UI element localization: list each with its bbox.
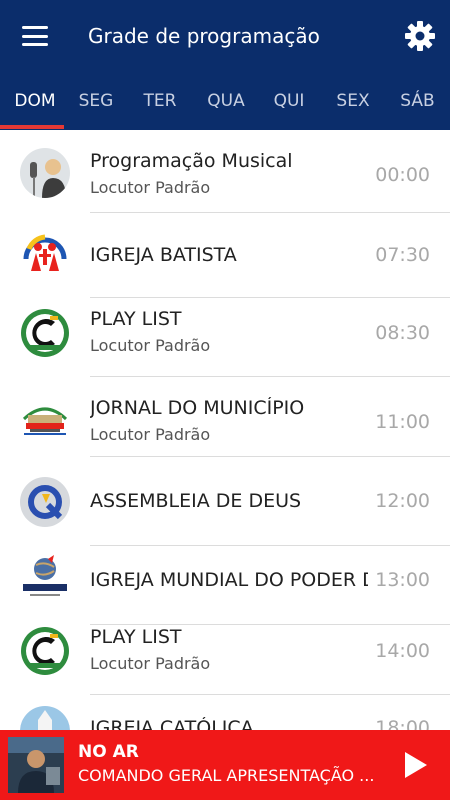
schedule-list: Programação Musical Locutor Padrão 00:00…: [0, 130, 450, 730]
program-name: IGREJA CATÓLICA: [90, 717, 254, 730]
program-time: 00:00: [375, 164, 430, 186]
schedule-row[interactable]: PLAY LIST Locutor Padrão 14:00: [0, 615, 450, 695]
program-name: PLAY LIST: [90, 626, 182, 648]
program-name: IGREJA MUNDIAL DO PODER DE DEUS: [90, 569, 368, 591]
tab-qui[interactable]: QUI: [257, 80, 321, 130]
program-host: Locutor Padrão: [90, 654, 211, 673]
tab-seg[interactable]: SEG: [64, 80, 128, 130]
program-name: JORNAL DO MUNICÍPIO: [90, 397, 305, 419]
program-name: Programação Musical: [90, 150, 293, 172]
program-time: 18:00: [375, 717, 430, 730]
schedule-row[interactable]: IGREJA CATÓLICA 18:00: [0, 695, 450, 730]
program-name: PLAY LIST: [90, 308, 182, 330]
program-time: 13:00: [375, 569, 430, 591]
assembly-logo-icon: [20, 477, 70, 527]
program-name: IGREJA BATISTA: [90, 244, 237, 266]
radio-logo-icon: [20, 626, 70, 676]
program-host: Locutor Padrão: [90, 336, 211, 355]
app-header: Grade de programação DOM SEG TER QUA QUI…: [0, 0, 450, 130]
schedule-row[interactable]: IGREJA BATISTA 07:30: [0, 218, 450, 298]
radio-logo-icon: [20, 308, 70, 358]
program-time: 12:00: [375, 490, 430, 512]
tab-qua[interactable]: QUA: [193, 80, 259, 130]
day-tabs: DOM SEG TER QUA QUI SEX SÁB: [0, 80, 450, 130]
program-name: ASSEMBLEIA DE DEUS: [90, 490, 302, 512]
schedule-row[interactable]: JORNAL DO MUNICÍPIO Locutor Padrão 11:00: [0, 377, 450, 457]
schedule-row[interactable]: IGREJA MUNDIAL DO PODER DE DEUS 13:00: [0, 545, 450, 625]
now-playing-program: COMANDO GERAL APRESENTAÇÃO ...: [78, 766, 375, 785]
tab-ter[interactable]: TER: [128, 80, 192, 130]
toolbar: Grade de programação: [0, 0, 450, 72]
program-time: 14:00: [375, 640, 430, 662]
schedule-row[interactable]: ASSEMBLEIA DE DEUS 12:00: [0, 466, 450, 546]
menu-icon[interactable]: [18, 20, 52, 52]
program-time: 11:00: [375, 411, 430, 433]
tab-sex[interactable]: SEX: [321, 80, 385, 130]
tab-indicator: [0, 125, 64, 129]
on-air-label: NO AR: [78, 742, 139, 762]
tab-dom[interactable]: DOM: [0, 80, 70, 130]
schedule-row[interactable]: PLAY LIST Locutor Padrão 08:30: [0, 297, 450, 377]
city-logo-icon: [20, 397, 70, 447]
now-playing-bar[interactable]: NO AR COMANDO GERAL APRESENTAÇÃO ...: [0, 730, 450, 800]
program-time: 08:30: [375, 322, 430, 344]
program-host: Locutor Padrão: [90, 425, 211, 444]
host-thumbnail: [8, 737, 64, 793]
schedule-row[interactable]: Programação Musical Locutor Padrão 00:00: [0, 133, 450, 213]
divider: [90, 456, 450, 457]
catholic-church-icon: [20, 706, 70, 730]
page-title: Grade de programação: [88, 24, 320, 48]
tab-sab[interactable]: SÁB: [385, 80, 450, 130]
play-icon[interactable]: [398, 748, 432, 782]
gear-icon[interactable]: [402, 18, 438, 54]
mundial-logo-icon: [20, 553, 70, 603]
program-host: Locutor Padrão: [90, 178, 211, 197]
divider: [90, 212, 450, 213]
church-logo-icon: [20, 229, 70, 279]
program-time: 07:30: [375, 244, 430, 266]
app: Grade de programação DOM SEG TER QUA QUI…: [0, 0, 450, 800]
host-photo-icon: [20, 148, 70, 198]
